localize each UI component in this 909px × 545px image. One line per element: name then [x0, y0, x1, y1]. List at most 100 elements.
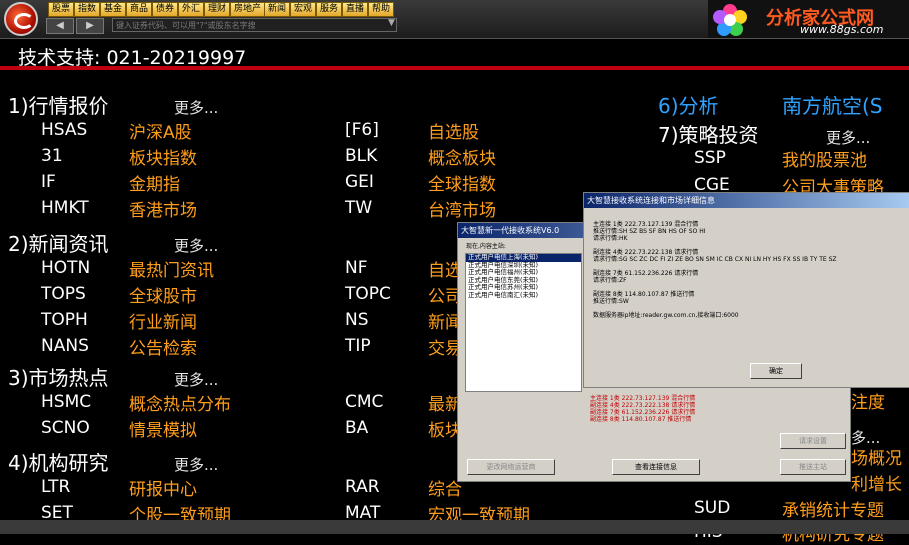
section6-title[interactable]: 6)分析: [658, 90, 719, 119]
request-settings-button[interactable]: 请求设置: [780, 433, 846, 449]
menu-code[interactable]: [F6]: [345, 120, 379, 140]
connection-line: 副连接 4类 222.73.222.138 请求行情: [590, 402, 696, 409]
menu-name[interactable]: 全球指数: [428, 170, 496, 195]
menu-code[interactable]: NANS: [41, 336, 89, 356]
menu-code[interactable]: TIP: [345, 336, 371, 356]
more-link[interactable]: 更多...: [174, 369, 218, 390]
status-bar: [0, 520, 909, 534]
detail-line: 数据服务器ip地址:reader.gw.com.cn,接收端口:6000: [593, 312, 739, 319]
menu-name[interactable]: 沪深A股: [129, 118, 192, 143]
menu-code[interactable]: IF: [41, 172, 56, 192]
search-input[interactable]: 键入证券代码、可以用"?"或股东名字搜: [112, 18, 397, 32]
menu-name[interactable]: 自选股: [428, 118, 479, 143]
detail-line: 请求行情:SG SC ZC DC FI ZI ZE BO SN SM IC CB…: [593, 256, 837, 263]
menu-code[interactable]: SSP: [694, 148, 726, 168]
menu-name[interactable]: 场概况: [851, 444, 902, 469]
toolbar-button[interactable]: 债券: [152, 2, 179, 17]
server-list-item[interactable]: 正式用户电信南汇(未知): [466, 291, 581, 300]
detail-line: 副连接 8类 114.80.107.87 推送行情: [593, 291, 695, 298]
menu-name[interactable]: 香港市场: [129, 196, 197, 221]
divider: [0, 66, 909, 70]
menu-name[interactable]: 概念热点分布: [129, 390, 231, 415]
toolbar-button[interactable]: 帮助: [368, 2, 395, 17]
menu-name[interactable]: 情景模拟: [129, 416, 197, 441]
toolbar-button[interactable]: 商品: [126, 2, 153, 17]
toolbar-button[interactable]: 理财: [204, 2, 231, 17]
menu-code[interactable]: GEI: [345, 172, 374, 192]
back-button[interactable]: ◀: [46, 18, 74, 34]
dialog-prompt: 现在,内容主站:: [466, 243, 506, 250]
dialog-title[interactable]: 大智慧接收系统连接和市场详细信息: [584, 193, 909, 208]
menu-name[interactable]: 研报中心: [129, 475, 197, 500]
toolbar-button[interactable]: 股票: [48, 2, 75, 17]
more-link[interactable]: 更多...: [826, 127, 870, 148]
section-title[interactable]: 2)新闻资讯: [8, 228, 109, 257]
detail-line: 副连接 4类 222.73.222.138 请求行情: [593, 249, 699, 256]
toolbar-button[interactable]: 服务: [316, 2, 343, 17]
connection-detail-dialog: 大智慧接收系统连接和市场详细信息 主连接 1类 222.73.127.139 混…: [583, 192, 909, 388]
menu-code[interactable]: TW: [345, 198, 372, 218]
detail-line: 请求行情:HK: [593, 235, 628, 242]
section-title[interactable]: 4)机构研究: [8, 447, 109, 476]
menu-code[interactable]: 31: [41, 146, 63, 166]
menu-name[interactable]: 利增长: [851, 470, 902, 495]
detail-line: 主连接 1类 222.73.127.139 混合行情: [593, 221, 699, 228]
toolbar-button[interactable]: 宏观: [290, 2, 317, 17]
brand-url[interactable]: www.88gs.com: [800, 23, 883, 36]
section-title[interactable]: 3)市场热点: [8, 362, 109, 391]
menu-code[interactable]: RAR: [345, 477, 380, 497]
connection-line: 副连接 8类 114.80.107.87 推送行情: [590, 416, 692, 423]
search-dropdown-icon[interactable]: ▼: [388, 18, 395, 28]
menu-code[interactable]: LTR: [41, 477, 70, 497]
menu-name[interactable]: 最热门资讯: [129, 256, 214, 281]
menu-code[interactable]: TOPH: [41, 310, 88, 330]
toolbar-button[interactable]: 房地产: [230, 2, 266, 17]
menu-name[interactable]: 金期指: [129, 170, 180, 195]
section6-stock[interactable]: 南方航空(S: [782, 90, 883, 119]
menu-code[interactable]: TOPC: [345, 284, 391, 304]
toolbar-button[interactable]: 新闻: [264, 2, 291, 17]
toolbar-button[interactable]: 直播: [342, 2, 369, 17]
more-link[interactable]: 更多...: [174, 97, 218, 118]
view-connection-button[interactable]: 查看连接信息: [612, 459, 700, 475]
section-title[interactable]: 1)行情报价: [8, 90, 109, 119]
menu-code[interactable]: CMC: [345, 392, 383, 412]
section7-title[interactable]: 7)策略投资: [658, 119, 759, 148]
more-link[interactable]: 更多...: [174, 454, 218, 475]
ok-button[interactable]: 确定: [750, 363, 802, 379]
menu-name[interactable]: 概念板块: [428, 144, 496, 169]
change-carrier-button[interactable]: 更改网络运营商: [467, 459, 555, 475]
menu-code[interactable]: HOTN: [41, 258, 90, 278]
menu-code[interactable]: NS: [345, 310, 369, 330]
menu-code[interactable]: SCNO: [41, 418, 90, 438]
menu-code[interactable]: BA: [345, 418, 368, 438]
menu-name[interactable]: 台湾市场: [428, 196, 496, 221]
menu-code[interactable]: NF: [345, 258, 368, 278]
toolbar-button[interactable]: 外汇: [178, 2, 205, 17]
forward-button[interactable]: ▶: [76, 18, 104, 34]
menu-name[interactable]: 全球股市: [129, 282, 197, 307]
menu-name[interactable]: 公告检索: [129, 334, 197, 359]
detail-line: 副连接 7类 61.152.236.226 请求行情: [593, 270, 699, 277]
menu-name[interactable]: 板块指数: [129, 144, 197, 169]
connection-line: 主连接 1类 222.73.127.139 混合行情: [590, 395, 696, 402]
toolbar-button[interactable]: 基金: [100, 2, 127, 17]
menu-code[interactable]: HSAS: [41, 120, 87, 140]
detail-line: 推送行情:SW: [593, 298, 629, 305]
menu-name[interactable]: 行业新闻: [129, 308, 197, 333]
menu-name[interactable]: 我的股票池: [782, 146, 867, 171]
app-logo-icon[interactable]: [4, 2, 38, 36]
detail-line: 推送行情:SH SZ BS SF BN HS OF SO HI: [593, 228, 706, 235]
server-list[interactable]: 正式用户电信上海(未知) 正式用户电信深圳(未知) 正式用户电信福州(未知) 正式用户…: [465, 253, 582, 392]
more-link[interactable]: 更多...: [174, 235, 218, 256]
push-server-button[interactable]: 推送主站: [780, 459, 846, 475]
flower-logo-icon: [712, 3, 756, 37]
menu-code[interactable]: SUD: [694, 498, 730, 518]
menu-name[interactable]: 注度: [851, 388, 885, 413]
menu-code[interactable]: HMKT: [41, 198, 89, 218]
menu-code[interactable]: TOPS: [41, 284, 86, 304]
menu-name[interactable]: 承销统计专题: [782, 496, 884, 521]
toolbar-button[interactable]: 指数: [74, 2, 101, 17]
menu-code[interactable]: HSMC: [41, 392, 91, 412]
menu-code[interactable]: BLK: [345, 146, 377, 166]
